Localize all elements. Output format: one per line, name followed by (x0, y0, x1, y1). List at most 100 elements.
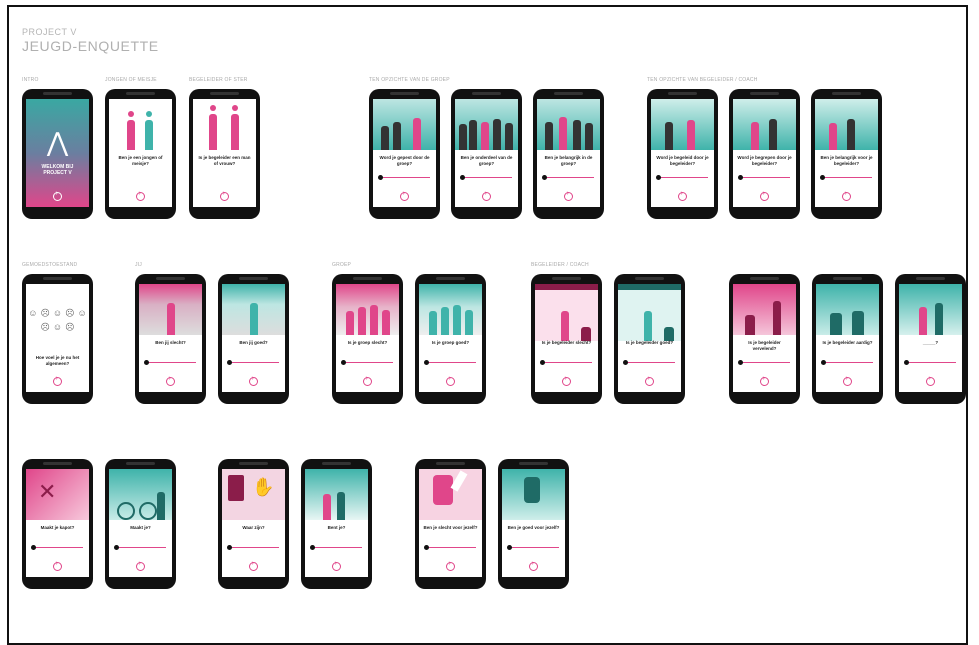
slider-knob[interactable] (424, 544, 429, 550)
slider-knob[interactable] (623, 359, 628, 365)
next-button[interactable] (362, 375, 372, 386)
phone-card[interactable]: ✋ Waar zijn? (218, 459, 289, 589)
slider-knob[interactable] (378, 174, 383, 180)
next-button[interactable] (644, 375, 654, 386)
phone-card[interactable]: Ben je goed voor jezelf? (498, 459, 569, 589)
next-button[interactable] (331, 560, 341, 571)
phone-card[interactable]: Is je begeleider een man of vrouw? (189, 89, 260, 219)
slider-knob[interactable] (656, 174, 661, 180)
slider-knob[interactable] (424, 359, 429, 365)
slider-knob[interactable] (738, 174, 743, 180)
answer-slider[interactable] (738, 174, 790, 180)
slider-knob[interactable] (144, 359, 149, 365)
answer-slider[interactable] (738, 359, 790, 365)
phone-card[interactable]: Word je begrepen door je begeleider? (729, 89, 800, 219)
answer-slider[interactable] (821, 359, 873, 365)
slider-knob[interactable] (460, 174, 465, 180)
face-icon[interactable]: ☹ (41, 322, 50, 333)
slider-knob[interactable] (738, 359, 743, 365)
next-button[interactable] (759, 190, 769, 201)
answer-slider[interactable] (460, 174, 512, 180)
phone-card[interactable]: Bent je? (301, 459, 372, 589)
phone-card[interactable]: Maakt je? (105, 459, 176, 589)
next-button[interactable] (248, 560, 258, 571)
answer-slider[interactable] (820, 174, 872, 180)
answer-slider[interactable] (227, 544, 279, 550)
face-icon[interactable]: ☹ (41, 308, 50, 319)
slider-knob[interactable] (341, 359, 346, 365)
next-button[interactable] (759, 375, 769, 386)
next-button[interactable] (677, 190, 687, 201)
answer-slider[interactable] (227, 359, 279, 365)
next-button[interactable] (445, 560, 455, 571)
answer-slider[interactable] (656, 174, 708, 180)
next-button[interactable] (399, 190, 409, 201)
next-button[interactable] (248, 375, 258, 386)
answer-slider[interactable] (623, 359, 675, 365)
phone-card[interactable]: Is je groep slecht? (332, 274, 403, 404)
face-icon[interactable]: ☹ (65, 322, 74, 333)
slider-knob[interactable] (227, 544, 232, 550)
phone-card[interactable]: Word je gepest door de groep? (369, 89, 440, 219)
face-icon[interactable]: ☺ (53, 322, 62, 333)
answer-slider[interactable] (310, 544, 362, 550)
phone-card[interactable]: Ben je onderdeel van de groep? (451, 89, 522, 219)
slider-knob[interactable] (31, 544, 36, 550)
answer-slider[interactable] (31, 544, 83, 550)
next-button[interactable] (52, 190, 62, 201)
answer-slider[interactable] (114, 544, 166, 550)
answer-slider[interactable] (904, 359, 956, 365)
phone-card[interactable]: Is je begeleider vervelend? (729, 274, 800, 404)
next-button[interactable] (528, 560, 538, 571)
phone-card[interactable]: ✕ Maakt je kapot? (22, 459, 93, 589)
next-button[interactable] (52, 560, 62, 571)
slider-knob[interactable] (820, 174, 825, 180)
slider-knob[interactable] (821, 359, 826, 365)
next-button[interactable] (841, 190, 851, 201)
answer-slider[interactable] (144, 359, 196, 365)
phone-card[interactable]: Is je begeleider aardig? (812, 274, 883, 404)
phone-card[interactable]: Word je begeleid door je begeleider? (647, 89, 718, 219)
face-icon[interactable]: ☺ (28, 308, 37, 319)
answer-slider[interactable] (341, 359, 393, 365)
answer-slider[interactable] (542, 174, 594, 180)
next-button[interactable] (165, 375, 175, 386)
answer-slider[interactable] (540, 359, 592, 365)
slider-knob[interactable] (227, 359, 232, 365)
answer-slider[interactable] (424, 544, 476, 550)
phone-card[interactable]: _____? (895, 274, 966, 404)
face-icon[interactable]: ☺ (53, 308, 62, 319)
phone-card[interactable]: Ben je een jongen of meisje? (105, 89, 176, 219)
slider-knob[interactable] (540, 359, 545, 365)
next-button[interactable] (219, 190, 229, 201)
face-icon[interactable]: ☹ (65, 308, 74, 319)
phone-card[interactable]: Is je begeleider goed? (614, 274, 685, 404)
phone-card[interactable]: Ben je slecht voor jezelf? (415, 459, 486, 589)
slider-knob[interactable] (507, 544, 512, 550)
phone-card[interactable]: Is je begeleider slecht? (531, 274, 602, 404)
face-icon[interactable]: ☺ (77, 308, 86, 319)
slider-knob[interactable] (904, 359, 909, 365)
phone-intro[interactable]: ⋀ WELKOM BIJ PROJECT V (22, 89, 93, 219)
phone-card[interactable]: Ben jij slecht? (135, 274, 206, 404)
phone-card[interactable]: Ben jij goed? (218, 274, 289, 404)
phone-card[interactable]: ☺ ☹ ☺ ☹ ☺ ☹ ☺ ☹ Hoe voel je je nu het algemee… (22, 274, 93, 404)
next-button[interactable] (842, 375, 852, 386)
next-button[interactable] (135, 190, 145, 201)
phone-card[interactable]: Ben je belangrijk in de groep? (533, 89, 604, 219)
phone-card[interactable]: Is je groep goed? (415, 274, 486, 404)
next-button[interactable] (563, 190, 573, 201)
next-button[interactable] (561, 375, 571, 386)
answer-slider[interactable] (378, 174, 430, 180)
next-button[interactable] (52, 375, 62, 386)
next-button[interactable] (445, 375, 455, 386)
answer-slider[interactable] (424, 359, 476, 365)
next-button[interactable] (925, 375, 935, 386)
next-button[interactable] (135, 560, 145, 571)
slider-knob[interactable] (114, 544, 119, 550)
next-button[interactable] (481, 190, 491, 201)
slider-knob[interactable] (310, 544, 315, 550)
answer-slider[interactable] (507, 544, 559, 550)
phone-card[interactable]: Ben je belangrijk voor je begeleider? (811, 89, 882, 219)
slider-knob[interactable] (542, 174, 547, 180)
